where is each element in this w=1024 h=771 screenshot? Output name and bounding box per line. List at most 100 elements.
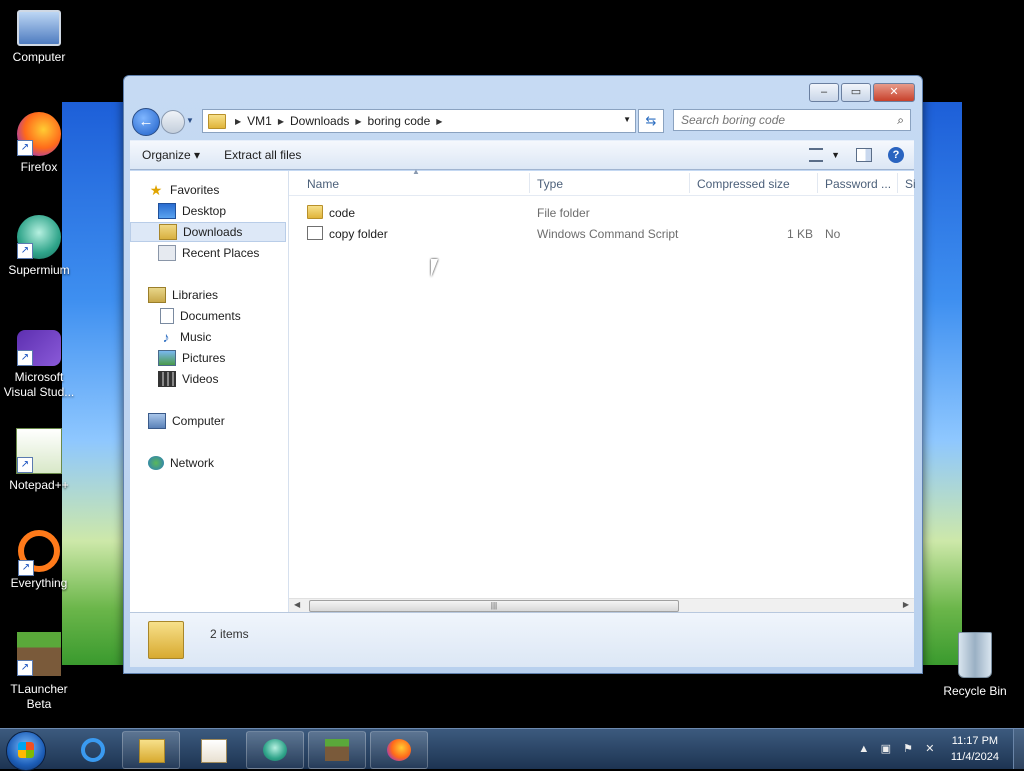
chevron-down-icon[interactable]: ▼ [623, 115, 631, 124]
shortcut-arrow-icon: ↗ [17, 660, 33, 676]
desktop-icon-recycle-bin[interactable]: Recycle Bin [937, 632, 1013, 698]
clock-date: 11/4/2024 [950, 751, 999, 763]
command-script-icon [307, 226, 323, 240]
taskbar-media-player[interactable] [184, 731, 242, 769]
notification-area: ▲ ▣ ⚑ ✕ 11:17 PM 11/4/2024 [853, 729, 1024, 769]
scroll-left-icon[interactable]: ◀ [294, 600, 300, 609]
desktop-icon-tlauncher[interactable]: ↗ TLauncher Beta [1, 632, 77, 712]
column-headers: ▲ Name Type Compressed size Password ...… [289, 167, 916, 196]
show-hidden-icons-button[interactable]: ▲ [857, 743, 871, 755]
taskbar-tlauncher[interactable] [308, 731, 366, 769]
column-type[interactable]: Type [537, 177, 563, 191]
column-name[interactable]: Name [307, 177, 339, 191]
explorer-window[interactable]: – ▭ ✕ ← ▼ ▶ VM1 ▶ Downloads ▶ boring cod… [123, 75, 923, 674]
chevron-right-icon[interactable]: ▶ [355, 117, 361, 126]
navigation-pane[interactable]: ★ Favorites Desktop Downloads Recent Plac… [130, 171, 289, 612]
column-compressed-size[interactable]: Compressed size [697, 177, 790, 191]
desktop-icon-firefox[interactable]: ↗ Firefox [1, 112, 77, 174]
nav-favorites[interactable]: ★ Favorites [130, 180, 286, 200]
preview-pane-icon[interactable] [856, 148, 872, 162]
scroll-right-icon[interactable]: ▶ [903, 600, 909, 609]
folder-icon [139, 739, 165, 763]
network-icon [148, 456, 164, 470]
address-bar[interactable]: ▶ VM1 ▶ Downloads ▶ boring code ▶ ▼ [202, 109, 636, 133]
chevron-down-icon[interactable]: ▼ [831, 150, 840, 160]
desktop-icon-everything[interactable]: ↗ Everything [1, 530, 77, 590]
volume-muted-icon[interactable]: ✕ [923, 743, 937, 755]
taskbar-internet-explorer[interactable] [62, 731, 120, 769]
network-icon[interactable]: ▣ [879, 743, 893, 755]
file-compressed-size: 1 KB [787, 227, 814, 241]
refresh-button[interactable]: ⇆ [638, 109, 664, 133]
desktop-icon-notepadpp[interactable]: ↗ Notepad++ [1, 428, 77, 492]
downloads-folder-icon [159, 224, 177, 240]
recent-pages-dropdown[interactable]: ▼ [186, 116, 194, 125]
taskbar-windows-explorer[interactable] [122, 731, 180, 769]
nav-label: Desktop [182, 204, 227, 218]
action-center-flag-icon[interactable]: ⚑ [901, 743, 915, 755]
arrow-left-icon: ← [138, 113, 154, 130]
search-icon[interactable]: ⌕ [897, 113, 904, 128]
chevron-right-icon[interactable]: ▶ [235, 117, 241, 126]
file-row-copy-folder[interactable]: copy folder Windows Command Script 1 KB … [289, 223, 914, 244]
clock[interactable]: 11:17 PM 11/4/2024 [951, 733, 999, 765]
taskbar-supermium[interactable] [246, 731, 304, 769]
column-divider[interactable] [897, 173, 898, 193]
horizontal-scrollbar[interactable]: ◀ ||| ▶ [289, 598, 914, 613]
file-list[interactable]: ▲ Name Type Compressed size Password ...… [289, 167, 916, 613]
search-input[interactable] [681, 113, 881, 127]
maximize-button[interactable]: ▭ [841, 83, 871, 102]
chevron-right-icon[interactable]: ▶ [436, 117, 442, 126]
minimize-button[interactable]: – [809, 83, 839, 102]
star-icon: ★ [149, 182, 163, 198]
file-type: File folder [537, 206, 590, 220]
column-divider[interactable] [817, 173, 818, 193]
nav-desktop[interactable]: Desktop [130, 201, 286, 221]
desktop-icon-label: TLauncher Beta [10, 682, 68, 711]
libraries-icon [148, 287, 166, 303]
pictures-icon [158, 350, 176, 366]
taskbar-firefox[interactable] [370, 731, 428, 769]
desktop-icon-label: Notepad++ [9, 478, 69, 492]
zip-folder-icon [148, 621, 184, 659]
help-icon[interactable]: ? [888, 147, 904, 163]
desktop-icon-supermium[interactable]: ↗ Supermium [1, 215, 77, 277]
nav-pictures[interactable]: Pictures [130, 348, 286, 368]
back-button[interactable]: ← [132, 108, 160, 136]
file-row-code[interactable]: code File folder [289, 202, 914, 223]
nav-downloads[interactable]: Downloads [130, 222, 286, 242]
scrollbar-thumb[interactable]: ||| [309, 600, 679, 612]
breadcrumb-boring-code[interactable]: boring code [368, 114, 431, 128]
column-password[interactable]: Password ... [825, 177, 891, 191]
search-box[interactable]: ⌕ [673, 109, 911, 131]
command-bar: Organize ▾ Extract all files ▼ ? [130, 140, 914, 170]
nav-label: Libraries [172, 288, 219, 302]
tlauncher-icon [325, 739, 349, 761]
refresh-icon: ⇆ [645, 113, 657, 128]
nav-libraries[interactable]: Libraries [130, 285, 286, 305]
desktop-icon-computer[interactable]: Computer [1, 10, 77, 64]
extract-all-files-button[interactable]: Extract all files [212, 148, 313, 162]
nav-documents[interactable]: Documents [130, 306, 286, 326]
nav-network[interactable]: Network [130, 453, 286, 473]
organize-button[interactable]: Organize ▾ [130, 148, 212, 162]
chevron-right-icon[interactable]: ▶ [278, 117, 284, 126]
nav-recent-places[interactable]: Recent Places [130, 243, 286, 263]
nav-videos[interactable]: Videos [130, 369, 286, 389]
details-pane: 2 items [130, 612, 914, 667]
nav-music[interactable]: ♪ Music [130, 327, 286, 347]
close-button[interactable]: ✕ [873, 83, 915, 102]
column-divider[interactable] [689, 173, 690, 193]
show-desktop-button[interactable] [1013, 729, 1024, 769]
breadcrumb-downloads[interactable]: Downloads [290, 114, 349, 128]
change-view-button[interactable]: ▼ [809, 148, 840, 162]
nav-computer[interactable]: Computer [130, 411, 286, 431]
breadcrumb-vm1[interactable]: VM1 [247, 114, 272, 128]
column-divider[interactable] [529, 173, 530, 193]
desktop-icon-visual-studio[interactable]: ↗ Microsoft Visual Stud... [1, 330, 77, 400]
tlauncher-icon: ↗ [17, 632, 61, 676]
start-button[interactable] [6, 731, 46, 771]
forward-button[interactable] [161, 110, 185, 134]
recycle-bin-icon [958, 632, 992, 678]
column-size[interactable]: Si [905, 177, 916, 191]
